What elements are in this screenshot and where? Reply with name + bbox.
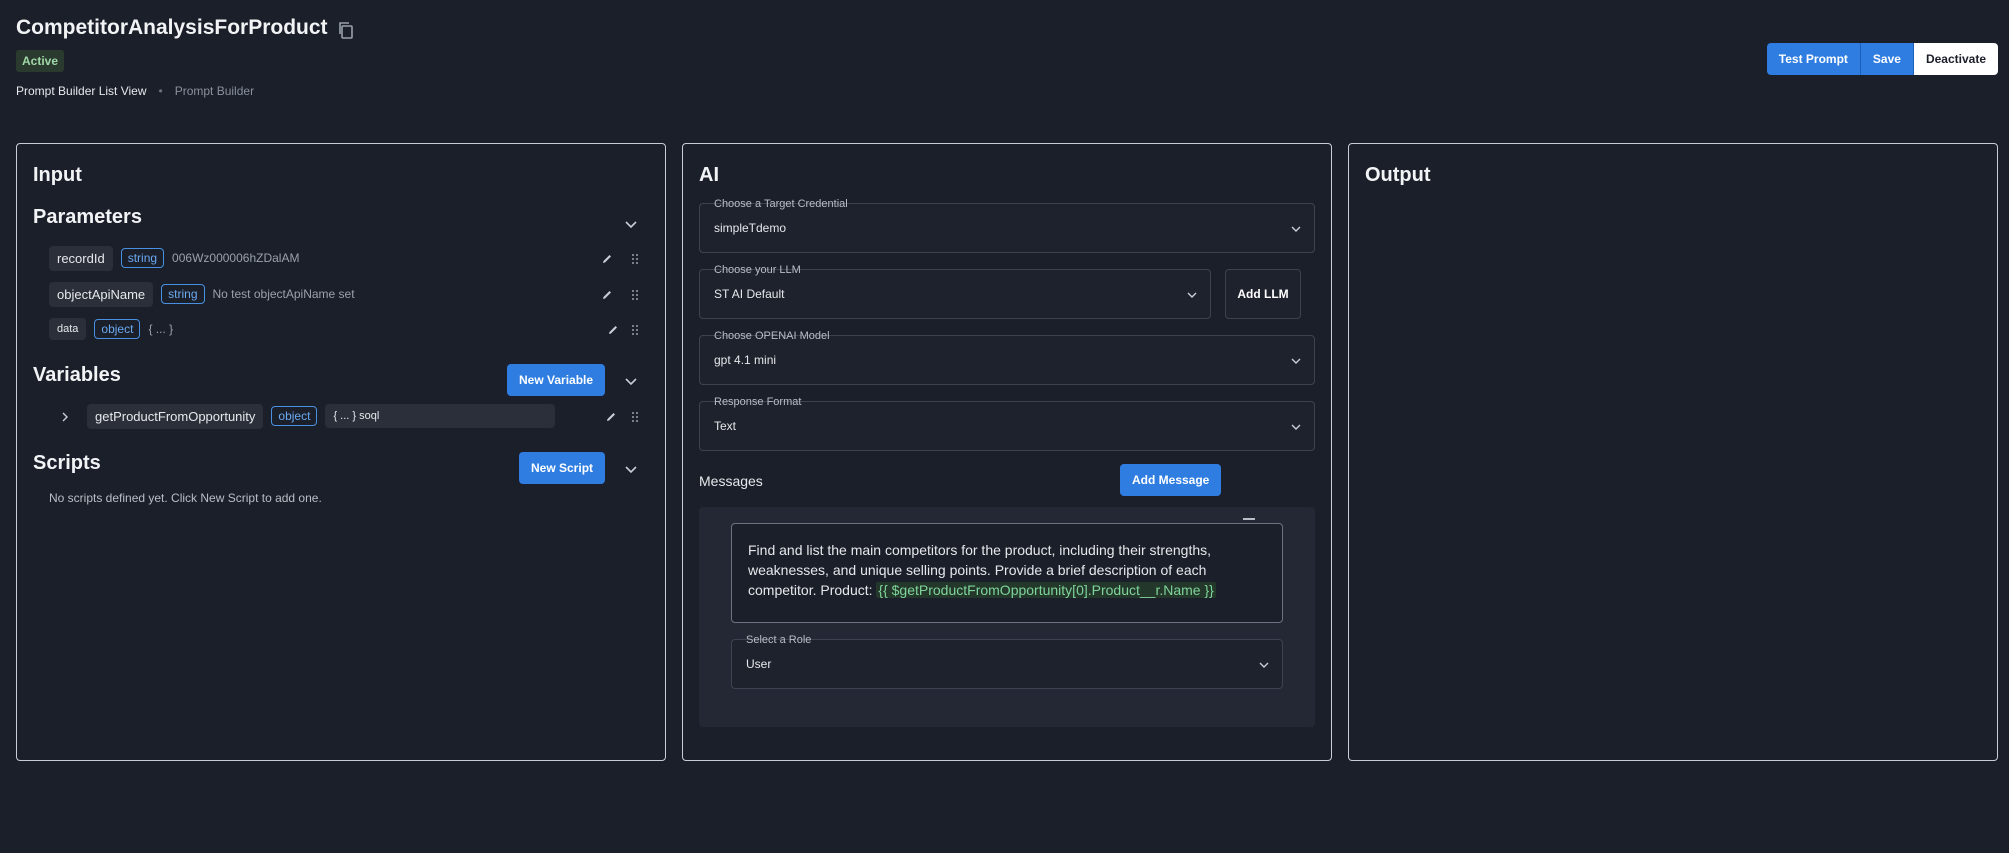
edit-pencil-icon[interactable] bbox=[607, 323, 619, 335]
variables-title: Variables bbox=[33, 364, 121, 386]
parameter-name: objectApiName bbox=[49, 281, 154, 307]
status-badge: Active bbox=[16, 50, 65, 72]
deactivate-button[interactable]: Deactivate bbox=[1913, 43, 1998, 75]
parameter-row: data object { ... } bbox=[49, 316, 173, 342]
drag-handle-icon[interactable] bbox=[629, 323, 641, 335]
response-format-label: Response Format bbox=[714, 396, 802, 408]
scripts-empty-message: No scripts defined yet. Click New Script… bbox=[49, 491, 322, 505]
parameters-collapse-chevron-icon[interactable] bbox=[624, 217, 638, 231]
output-panel: Output bbox=[1348, 143, 1998, 761]
chevron-down-icon bbox=[1290, 420, 1302, 432]
response-format-value: Text bbox=[714, 419, 737, 433]
page-title: CompetitorAnalysisForProduct bbox=[16, 16, 328, 39]
credential-select-value: simpleTdemo bbox=[714, 221, 787, 235]
new-variable-button[interactable]: New Variable bbox=[507, 364, 606, 396]
save-button[interactable]: Save bbox=[1860, 43, 1914, 75]
parameter-value: No test objectApiName set bbox=[212, 287, 355, 301]
ai-panel-title: AI bbox=[699, 164, 719, 186]
chevron-down-icon bbox=[1258, 658, 1270, 670]
breadcrumb-current: Prompt Builder bbox=[174, 84, 255, 98]
scripts-title: Scripts bbox=[33, 452, 101, 474]
copy-icon[interactable] bbox=[336, 20, 356, 40]
variable-row: getProductFromOpportunity object { ... }… bbox=[87, 403, 556, 429]
drag-handle-icon[interactable] bbox=[629, 288, 641, 300]
variable-name: getProductFromOpportunity bbox=[87, 403, 264, 429]
collapse-message-icon[interactable] bbox=[1243, 518, 1255, 520]
chevron-down-icon bbox=[1290, 222, 1302, 234]
output-panel-title: Output bbox=[1365, 164, 1431, 186]
new-script-button[interactable]: New Script bbox=[519, 452, 606, 484]
edit-pencil-icon[interactable] bbox=[605, 410, 617, 422]
parameter-row: recordId string 006Wz000006hZDalAM bbox=[49, 245, 299, 271]
add-message-button[interactable]: Add Message bbox=[1120, 464, 1222, 496]
llm-select[interactable]: Choose your LLM ST AI Default bbox=[699, 264, 1211, 319]
parameters-title: Parameters bbox=[33, 206, 142, 228]
top-actions: Test Prompt Save Deactivate bbox=[1766, 43, 1998, 75]
messages-container: Find and list the main competitors for t… bbox=[699, 507, 1315, 727]
input-panel: Input Parameters recordId string 006Wz00… bbox=[16, 143, 666, 761]
parameter-row: objectApiName string No test objectApiNa… bbox=[49, 281, 355, 307]
llm-select-label: Choose your LLM bbox=[714, 264, 801, 276]
page-header: CompetitorAnalysisForProduct Active Prom… bbox=[16, 16, 356, 98]
model-select[interactable]: Choose OPENAI Model gpt 4.1 mini bbox=[699, 330, 1315, 385]
breadcrumb-separator: • bbox=[158, 84, 163, 98]
test-prompt-button[interactable]: Test Prompt bbox=[1766, 43, 1861, 75]
edit-pencil-icon[interactable] bbox=[601, 288, 613, 300]
role-select-label: Select a Role bbox=[746, 634, 812, 646]
llm-select-value: ST AI Default bbox=[714, 287, 785, 301]
role-select-value: User bbox=[746, 657, 772, 671]
edit-pencil-icon[interactable] bbox=[601, 252, 613, 264]
variable-expand-chevron-icon[interactable] bbox=[59, 410, 71, 422]
add-llm-button[interactable]: Add LLM bbox=[1225, 269, 1301, 319]
parameter-type: string bbox=[161, 284, 205, 304]
ai-panel: AI Choose a Target Credential simpleTdem… bbox=[682, 143, 1332, 761]
variable-type: object bbox=[271, 406, 318, 426]
message-variable-token: {{ $getProductFromOpportunity[0].Product… bbox=[876, 582, 1216, 598]
model-select-label: Choose OPENAI Model bbox=[714, 330, 830, 342]
scripts-collapse-chevron-icon[interactable] bbox=[624, 462, 638, 476]
message-textarea[interactable]: Find and list the main competitors for t… bbox=[731, 523, 1283, 623]
drag-handle-icon[interactable] bbox=[629, 252, 641, 264]
drag-handle-icon[interactable] bbox=[629, 410, 641, 422]
parameter-type: object bbox=[94, 319, 141, 339]
credential-select-label: Choose a Target Credential bbox=[714, 198, 848, 210]
parameter-name: recordId bbox=[49, 245, 113, 271]
variables-collapse-chevron-icon[interactable] bbox=[624, 374, 638, 388]
credential-select[interactable]: Choose a Target Credential simpleTdemo bbox=[699, 198, 1315, 253]
variable-value: { ... } soql bbox=[325, 404, 556, 428]
input-panel-title: Input bbox=[33, 164, 82, 186]
parameter-value: { ... } bbox=[148, 322, 174, 336]
parameter-name: data bbox=[49, 318, 87, 340]
response-format-select[interactable]: Response Format Text bbox=[699, 396, 1315, 451]
messages-label: Messages bbox=[699, 473, 763, 489]
model-select-value: gpt 4.1 mini bbox=[714, 353, 777, 367]
breadcrumb: Prompt Builder List View • Prompt Builde… bbox=[16, 84, 356, 98]
chevron-down-icon bbox=[1290, 354, 1302, 366]
chevron-down-icon bbox=[1186, 288, 1198, 300]
parameter-type: string bbox=[120, 248, 165, 268]
breadcrumb-link-list-view[interactable]: Prompt Builder List View bbox=[16, 84, 147, 98]
role-select[interactable]: Select a Role User bbox=[731, 634, 1283, 689]
parameter-value: 006Wz000006hZDalAM bbox=[172, 251, 300, 265]
